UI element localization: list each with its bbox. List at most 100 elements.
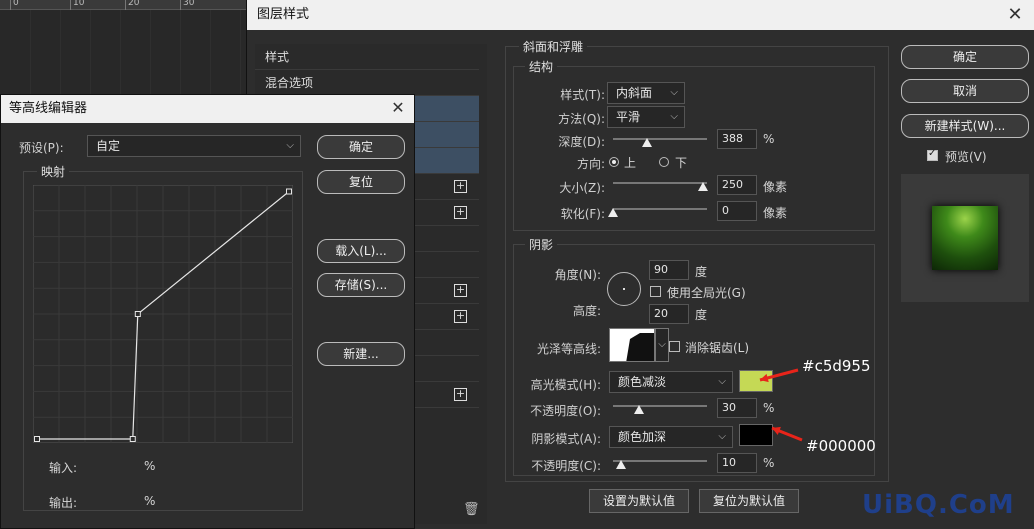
style-list-item[interactable]: 混合选项 <box>255 70 479 96</box>
chevron-down-icon: ⌵ <box>718 376 726 387</box>
chevron-down-icon: ⌵ <box>718 431 726 442</box>
input-unit: % <box>144 459 156 473</box>
style-select-value: 内斜面 <box>616 86 653 100</box>
mapping-title: 映射 <box>37 163 70 180</box>
chevron-down-icon: ⌵ <box>670 87 678 98</box>
close-icon[interactable]: ✕ <box>388 98 408 118</box>
depth-input[interactable]: 388 <box>717 129 757 149</box>
contour-load-button[interactable]: 载入(L)... <box>317 239 405 263</box>
reset-default-button[interactable]: 复位为默认值 <box>699 489 799 513</box>
preset-value: 自定 <box>96 139 121 153</box>
contour-editor-dialog: 等高线编辑器 ✕ 预设(P): 自定 ⌵ 映射 输入: % 输出: % 确定 复… <box>0 94 415 529</box>
close-icon[interactable]: ✕ <box>1004 4 1026 26</box>
highlight-mode-label: 高光模式(H): <box>530 378 601 392</box>
chevron-down-icon: ⌵ <box>286 140 294 151</box>
dialog-title: 图层样式 <box>247 0 1034 30</box>
highlight-opacity-slider[interactable] <box>613 405 707 407</box>
set-default-button[interactable]: 设置为默认值 <box>589 489 689 513</box>
preview-checkbox[interactable] <box>927 148 938 161</box>
soften-slider[interactable] <box>613 208 707 210</box>
shadow-hex-annotation: #000000 <box>806 437 876 455</box>
input-label: 输入: <box>49 461 78 475</box>
ruler: 0 10 20 30 <box>0 0 250 10</box>
shadow-opacity-unit: % <box>763 456 775 470</box>
style-list-scrollbar[interactable] <box>479 44 487 524</box>
chevron-down-icon[interactable]: ⌵ <box>655 328 669 362</box>
contour-editor-title: 等高线编辑器 <box>1 95 414 123</box>
antialias-label: 消除锯齿(L) <box>685 341 750 355</box>
direction-up-radio[interactable] <box>609 157 619 167</box>
preset-select[interactable]: 自定 ⌵ <box>87 135 301 157</box>
angle-input[interactable]: 90 <box>649 260 689 280</box>
altitude-unit: 度 <box>695 308 708 322</box>
soften-slider-thumb[interactable] <box>608 208 618 217</box>
structure-title: 结构 <box>525 58 558 75</box>
shading-title: 阴影 <box>525 236 558 253</box>
shadow-mode-select[interactable]: 颜色加深 ⌵ <box>609 426 733 448</box>
annotation-arrows <box>759 368 803 442</box>
curve-control-point[interactable] <box>134 311 141 317</box>
altitude-input[interactable]: 20 <box>649 304 689 324</box>
size-input[interactable]: 250 <box>717 175 757 195</box>
cancel-button[interactable]: 取消 <box>901 79 1029 103</box>
soften-unit: 像素 <box>763 206 788 220</box>
style-list-item[interactable]: 样式 <box>255 44 479 70</box>
direction-down-radio[interactable] <box>659 157 669 167</box>
highlight-hex-annotation: #c5d955 <box>802 357 871 375</box>
watermark: UiBQ.CoM <box>862 490 1015 520</box>
shadow-opacity-thumb[interactable] <box>615 460 626 469</box>
canvas-background <box>0 10 250 100</box>
depth-slider-thumb[interactable] <box>641 138 652 147</box>
output-label: 输出: <box>49 496 78 510</box>
global-light-checkbox[interactable] <box>650 286 661 297</box>
plus-icon[interactable]: + <box>454 180 467 193</box>
style-select[interactable]: 内斜面 ⌵ <box>607 82 685 104</box>
shadow-opacity-slider[interactable] <box>613 460 707 462</box>
depth-slider[interactable] <box>613 138 707 140</box>
style-label: 样式(T): <box>560 88 605 102</box>
plus-icon[interactable]: + <box>454 388 467 401</box>
size-label: 大小(Z): <box>559 181 605 195</box>
angle-dial[interactable] <box>607 272 641 306</box>
shadow-opacity-input[interactable]: 10 <box>717 453 757 473</box>
soften-input[interactable]: 0 <box>717 201 757 221</box>
new-style-button[interactable]: 新建样式(W)... <box>901 114 1029 138</box>
technique-select[interactable]: 平滑 ⌵ <box>607 106 685 128</box>
plus-icon[interactable]: + <box>454 284 467 297</box>
chevron-down-icon: ⌵ <box>670 111 678 122</box>
output-unit: % <box>144 494 156 508</box>
contour-new-button[interactable]: 新建... <box>317 342 405 366</box>
contour-curve-graph[interactable] <box>33 185 293 443</box>
highlight-mode-select[interactable]: 颜色减淡 ⌵ <box>609 371 733 393</box>
contour-reset-button[interactable]: 复位 <box>317 170 405 194</box>
plus-icon[interactable]: + <box>454 310 467 323</box>
size-slider-thumb[interactable] <box>698 182 709 191</box>
curve-control-point[interactable] <box>129 436 136 442</box>
curve-control-point[interactable] <box>34 436 40 442</box>
technique-label: 方法(Q): <box>558 112 605 126</box>
plus-icon[interactable]: + <box>454 206 467 219</box>
preset-label: 预设(P): <box>19 141 64 155</box>
curve-control-point[interactable] <box>286 188 292 195</box>
global-light-label: 使用全局光(G) <box>667 286 746 300</box>
antialias-checkbox[interactable] <box>669 341 680 352</box>
preview-label: 预览(V) <box>945 150 987 164</box>
shadow-opacity-label: 不透明度(C): <box>531 459 601 473</box>
highlight-opacity-label: 不透明度(O): <box>530 404 601 418</box>
ruler-mark: 20 <box>128 0 140 8</box>
altitude-label: 高度: <box>572 304 601 318</box>
size-slider[interactable] <box>613 182 707 184</box>
size-unit: 像素 <box>763 180 788 194</box>
gloss-contour-preview[interactable] <box>609 328 655 362</box>
contour-save-button[interactable]: 存储(S)... <box>317 273 405 297</box>
direction-up-label: 上 <box>624 156 637 170</box>
trash-icon[interactable]: 🗑 <box>463 502 480 517</box>
ok-button[interactable]: 确定 <box>901 45 1029 69</box>
contour-ok-button[interactable]: 确定 <box>317 135 405 159</box>
direction-label: 方向: <box>576 157 605 171</box>
ruler-mark: 0 <box>13 0 19 8</box>
style-preview-thumbnail <box>932 206 998 270</box>
ruler-mark: 10 <box>73 0 85 8</box>
highlight-opacity-thumb[interactable] <box>634 405 645 414</box>
depth-unit: % <box>763 132 775 146</box>
